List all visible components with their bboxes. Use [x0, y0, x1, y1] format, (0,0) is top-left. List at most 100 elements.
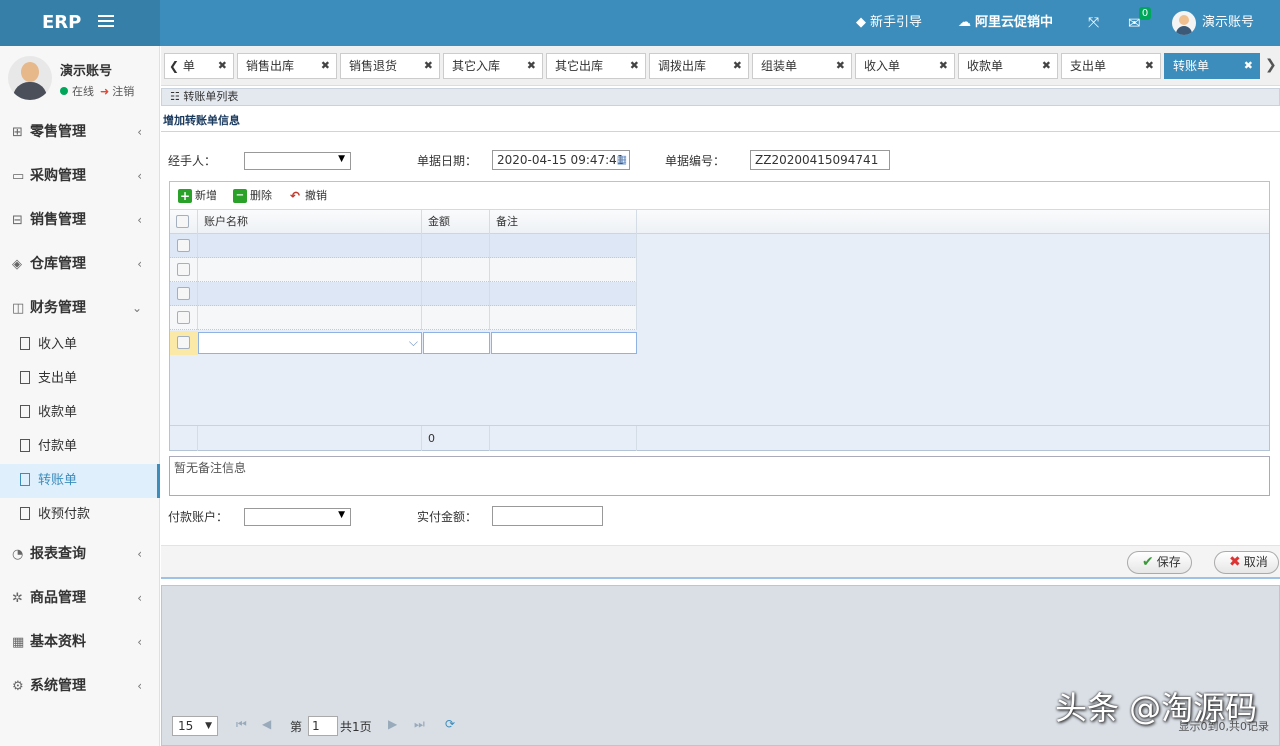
- amount-input[interactable]: [423, 332, 490, 354]
- save-button[interactable]: ✔ 保存: [1127, 551, 1192, 574]
- close-icon[interactable]: ✖: [1145, 54, 1154, 78]
- table-row[interactable]: [170, 306, 637, 330]
- close-icon[interactable]: ✖: [321, 54, 330, 78]
- tab-expense[interactable]: 支出单 ✖: [1061, 53, 1161, 79]
- logout-icon[interactable]: ➜: [100, 85, 109, 98]
- menu-label: 财务管理: [30, 300, 86, 316]
- close-icon[interactable]: ✖: [1042, 54, 1051, 78]
- app-logo[interactable]: ERP: [0, 0, 160, 46]
- first-page-icon[interactable]: ⏮: [236, 717, 247, 732]
- select-all-checkbox[interactable]: [176, 215, 189, 228]
- menu-label: 销售管理: [30, 212, 86, 228]
- user-panel: 演示账号 在线 ➜ 注销: [0, 46, 159, 110]
- add-row-button[interactable]: + 新增: [178, 188, 217, 204]
- guide-label: 新手引导: [870, 15, 923, 30]
- menu-goods[interactable]: ✲ 商品管理 ‹: [0, 576, 160, 620]
- number-input[interactable]: ZZ20200415094741: [750, 150, 890, 170]
- menu-label: 商品管理: [30, 590, 86, 606]
- tab-assembly[interactable]: 组装单 ✖: [752, 53, 852, 79]
- chevron-left-icon: ‹: [137, 679, 142, 693]
- sidebar-item-payment[interactable]: 付款单: [0, 430, 160, 464]
- col-remark[interactable]: 备注: [490, 210, 637, 234]
- row-checkbox[interactable]: [177, 336, 190, 349]
- next-page-icon[interactable]: ▶: [388, 717, 397, 731]
- sidebar-toggle-icon[interactable]: [98, 15, 114, 29]
- tab-other-out[interactable]: 其它出库 ✖: [546, 53, 646, 79]
- tab-income[interactable]: 收入单 ✖: [855, 53, 955, 79]
- tab-sales-out[interactable]: 销售出库 ✖: [237, 53, 337, 79]
- close-icon[interactable]: ✖: [733, 54, 742, 78]
- fullscreen-icon[interactable]: ⤧: [1088, 0, 1099, 46]
- mail-icon[interactable]: ✉: [1128, 0, 1141, 46]
- sidebar-item-expense[interactable]: 支出单: [0, 362, 160, 396]
- guide-link[interactable]: ◆ 新手引导: [856, 0, 922, 46]
- logout-link[interactable]: 注销: [112, 85, 134, 98]
- row-checkbox[interactable]: [177, 287, 190, 300]
- tab-label: 其它入库: [452, 59, 501, 73]
- table-row[interactable]: [170, 234, 637, 258]
- handler-select[interactable]: ▼: [244, 152, 351, 170]
- chevron-right-icon[interactable]: ❯: [1265, 57, 1277, 73]
- close-icon[interactable]: ✖: [939, 54, 948, 78]
- close-icon[interactable]: ✖: [1244, 54, 1253, 78]
- row-checkbox[interactable]: [177, 311, 190, 324]
- close-icon[interactable]: ✖: [527, 54, 536, 78]
- page-number-input[interactable]: 1: [308, 716, 338, 736]
- delete-row-button[interactable]: − 删除: [233, 188, 272, 204]
- promo-link[interactable]: ☁ 阿里云促销中: [958, 0, 1053, 46]
- cancel-button[interactable]: ✖ 取消: [1214, 551, 1279, 574]
- last-page-icon[interactable]: ⏭: [414, 717, 425, 732]
- remark-textarea[interactable]: 暂无备注信息: [169, 456, 1270, 496]
- col-account[interactable]: 账户名称: [198, 210, 422, 234]
- actual-amount-input[interactable]: [492, 506, 603, 526]
- row-checkbox[interactable]: [177, 263, 190, 276]
- list-panel-header[interactable]: ☷ 转账单列表: [161, 88, 1280, 106]
- close-icon[interactable]: ✖: [424, 54, 433, 78]
- table-row[interactable]: [170, 258, 637, 282]
- menu-finance[interactable]: ◫ 财务管理 ⌄: [0, 286, 160, 330]
- menu-purchase[interactable]: ▭ 采购管理 ‹: [0, 154, 160, 198]
- tab-bar: ❮ 单 ✖ 销售出库 ✖ 销售退货 ✖ 其它入库 ✖ 其它出库 ✖ 调拨出库 ✖ 组装单 ✖ …: [161, 46, 1280, 86]
- page-prefix: 第: [290, 720, 303, 734]
- chevron-left-icon[interactable]: ❮: [169, 59, 179, 73]
- sidebar-item-transfer[interactable]: 转账单: [0, 464, 160, 498]
- tab-other-in[interactable]: 其它入库 ✖: [443, 53, 543, 79]
- menu-sales[interactable]: ⊟ 销售管理 ‹: [0, 198, 160, 242]
- menu-warehouse[interactable]: ◈ 仓库管理 ‹: [0, 242, 160, 286]
- user-menu[interactable]: 演示账号: [1172, 0, 1254, 46]
- pay-account-select[interactable]: ▼: [244, 508, 351, 526]
- sidebar-item-income[interactable]: 收入单: [0, 328, 160, 362]
- calendar-icon[interactable]: ▦: [617, 151, 627, 169]
- menu-basic[interactable]: ▦ 基本资料 ‹: [0, 620, 160, 664]
- menu-retail[interactable]: ⊞ 零售管理 ‹: [0, 110, 160, 154]
- close-icon[interactable]: ✖: [836, 54, 845, 78]
- sub-label: 收款单: [38, 405, 78, 420]
- refresh-icon[interactable]: ⟳: [445, 717, 455, 731]
- row-checkbox[interactable]: [177, 239, 190, 252]
- prev-page-icon[interactable]: ◀: [262, 717, 271, 731]
- menu-system[interactable]: ⚙ 系统管理 ‹: [0, 664, 160, 708]
- tab-transfer-out[interactable]: 调拨出库 ✖: [649, 53, 749, 79]
- sub-label: 收入单: [38, 337, 78, 352]
- close-icon[interactable]: ✖: [630, 54, 639, 78]
- sidebar-item-advance[interactable]: 收预付款: [0, 498, 160, 532]
- page-size-select[interactable]: 15 ▼: [172, 716, 218, 736]
- handler-label: 经手人：: [168, 154, 217, 168]
- chevron-down-icon[interactable]: ⌵: [409, 335, 418, 350]
- col-amount[interactable]: 金额: [422, 210, 490, 234]
- tab-order[interactable]: ❮ 单 ✖: [164, 53, 234, 79]
- table-row[interactable]: [170, 282, 637, 306]
- tab-receipt[interactable]: 收款单 ✖: [958, 53, 1058, 79]
- sidebar-item-receipt[interactable]: 收款单: [0, 396, 160, 430]
- menu-label: 报表查询: [30, 546, 86, 562]
- close-icon[interactable]: ✖: [218, 54, 227, 78]
- section-title: 增加转账单信息: [161, 110, 1280, 132]
- date-input[interactable]: 2020-04-15 09:47:41 ▦: [492, 150, 630, 170]
- menu-reports[interactable]: ◔ 报表查询 ‹: [0, 532, 160, 576]
- editing-row[interactable]: ⌵: [170, 331, 637, 355]
- tab-sales-return[interactable]: 销售退货 ✖: [340, 53, 440, 79]
- account-combobox[interactable]: ⌵: [198, 332, 422, 354]
- undo-button[interactable]: ↶ 撤销: [288, 188, 327, 204]
- remark-cell-input[interactable]: [491, 332, 637, 354]
- tab-transfer[interactable]: 转账单 ✖: [1164, 53, 1260, 79]
